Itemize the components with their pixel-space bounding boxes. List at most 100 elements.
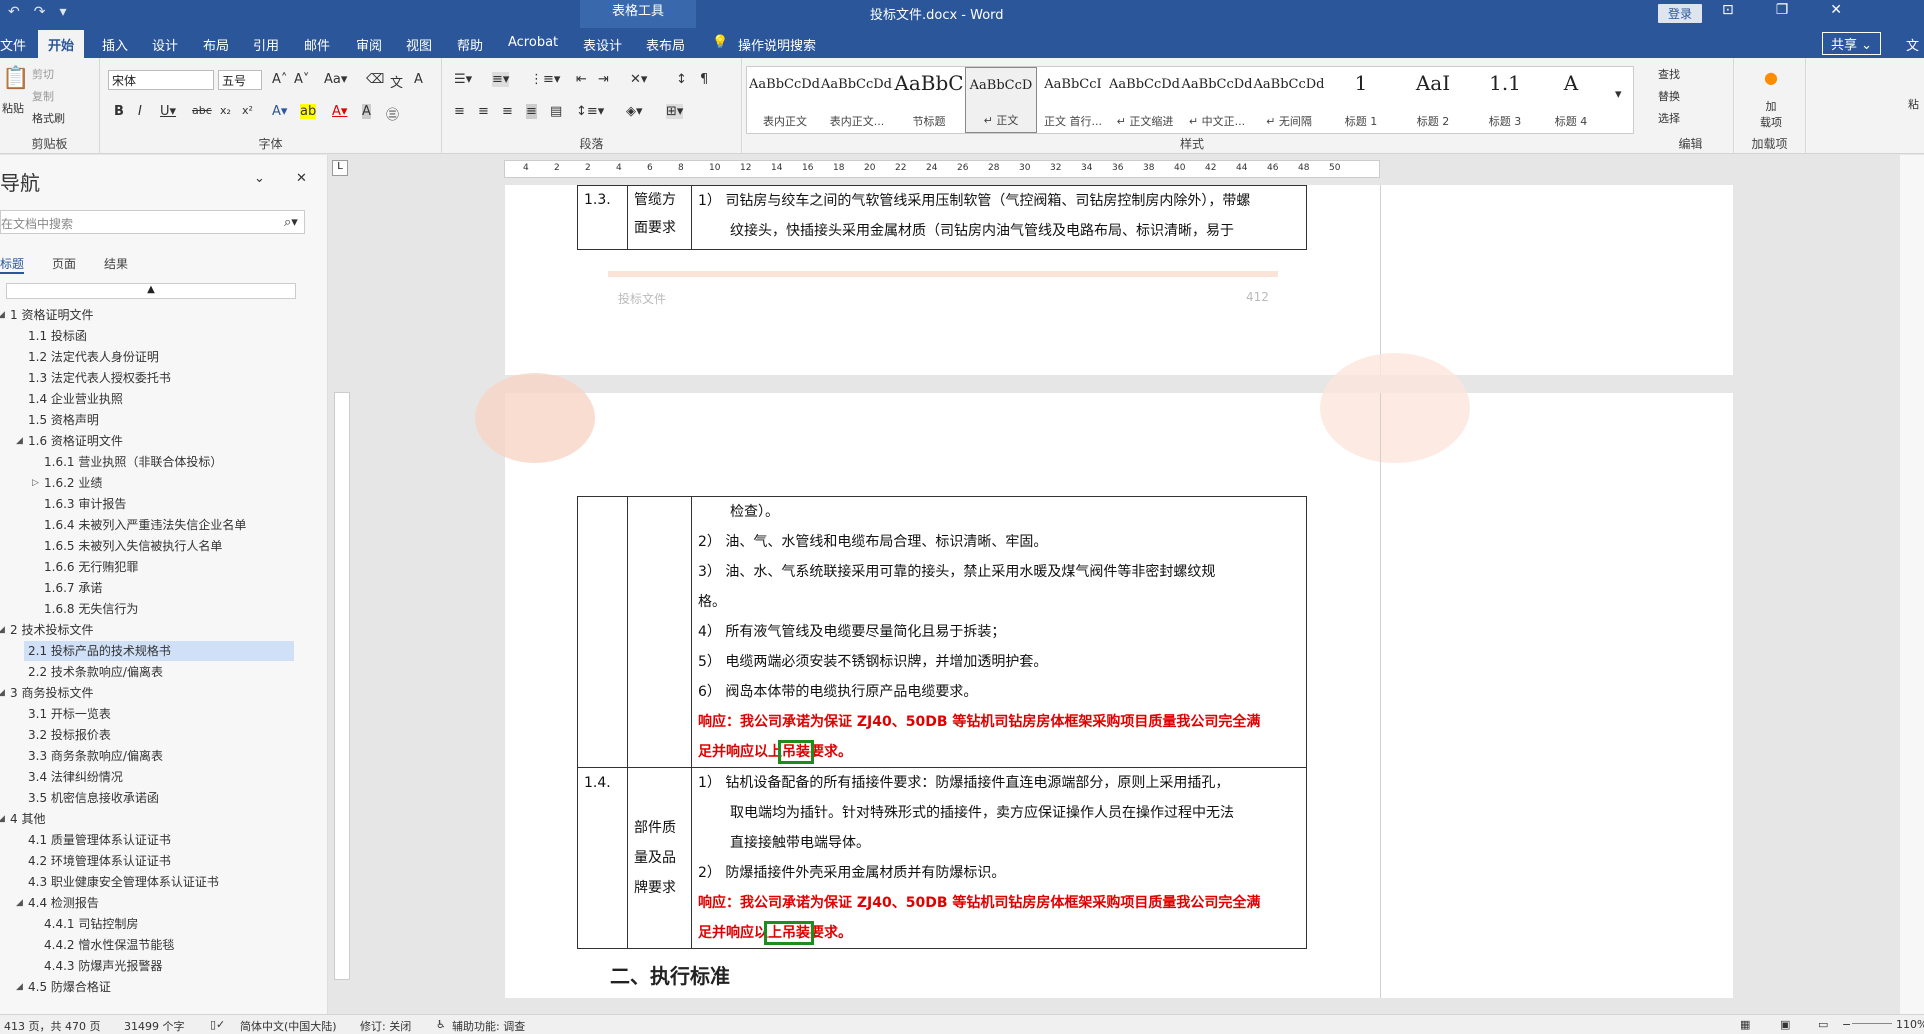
line-spacing-icon[interactable]: ↕≡▾: [576, 104, 604, 119]
nav-heading-item[interactable]: 1.6.6 无行贿犯罪: [0, 557, 320, 577]
close-icon[interactable]: ✕: [1830, 2, 1842, 18]
nav-heading-item[interactable]: 1.1 投标函: [0, 326, 320, 346]
ribbon-display-icon[interactable]: ⊡: [1722, 2, 1734, 18]
bullets-icon[interactable]: ☰▾: [454, 72, 472, 87]
tab-help[interactable]: 帮助: [457, 35, 483, 54]
phonetic-guide-icon[interactable]: 文: [390, 72, 403, 91]
borders-icon[interactable]: ⊞▾: [666, 104, 684, 119]
nav-heading-item[interactable]: 1.2 法定代表人身份证明: [0, 347, 320, 367]
nav-search-input[interactable]: 在文档中搜索: [0, 210, 305, 234]
tab-selector[interactable]: L: [332, 160, 348, 176]
styles-more-icon[interactable]: ▾: [1615, 87, 1622, 102]
nav-heading-item[interactable]: 2.2 技术条款响应/偏离表: [0, 662, 320, 682]
zoom-slider[interactable]: [1852, 1023, 1892, 1024]
style-normal-indent[interactable]: AaBbCcDdI ↵ 正文缩进: [1109, 67, 1181, 133]
tab-references[interactable]: 引用: [253, 35, 279, 54]
status-zoom[interactable]: 110%: [1896, 1018, 1924, 1031]
status-word-count[interactable]: 31499 个字: [124, 1018, 185, 1034]
tab-table-design[interactable]: 表设计: [583, 35, 622, 54]
restore-icon[interactable]: ❐: [1776, 2, 1789, 18]
nav-heading-item[interactable]: 1.6.4 未被列入严重违法失信企业名单: [0, 515, 320, 535]
style-section-title[interactable]: AaBbC 节标题: [893, 67, 965, 133]
grow-font-icon[interactable]: A˄: [272, 72, 287, 87]
vertical-ruler[interactable]: [334, 392, 350, 980]
status-language[interactable]: 简体中文(中国大陆): [240, 1018, 337, 1034]
nav-heading-item[interactable]: 1.6.7 承诺: [0, 578, 320, 598]
highlight-color-icon[interactable]: ab: [300, 104, 317, 119]
read-mode-icon[interactable]: ▦: [1740, 1018, 1750, 1031]
align-center-icon[interactable]: ≡: [478, 104, 489, 119]
tab-mailings[interactable]: 邮件: [304, 35, 330, 54]
italic-icon[interactable]: I: [138, 104, 142, 119]
style-heading-3[interactable]: 1.1 标题 3: [1469, 67, 1541, 133]
show-marks-icon[interactable]: ¶: [700, 72, 708, 87]
style-table-body-2[interactable]: AaBbCcDdI 表内正文...: [821, 67, 893, 133]
nav-heading-item[interactable]: 4.2 环境管理体系认证证书: [0, 851, 320, 871]
increase-indent-icon[interactable]: ⇥: [598, 72, 609, 87]
nav-heading-item[interactable]: 1.4 企业营业执照: [0, 389, 320, 409]
nav-close-icon[interactable]: ✕: [296, 171, 307, 186]
style-chinese-body[interactable]: AaBbCcDd ↵ 中文正...: [1181, 67, 1253, 133]
paste-icon[interactable]: 📋: [2, 66, 29, 91]
cut-button[interactable]: 剪切: [32, 66, 54, 82]
customize-qat-icon[interactable]: ▾: [59, 4, 66, 20]
nav-heading-item[interactable]: 3.1 开标一览表: [0, 704, 320, 724]
find-button[interactable]: 查找: [1658, 66, 1680, 82]
paste-button[interactable]: 粘贴: [2, 100, 24, 116]
nav-heading-item[interactable]: 1.6.5 未被列入失信被执行人名单: [0, 536, 320, 556]
nav-heading-item[interactable]: ▷ 1.6.2 业绩: [0, 473, 320, 493]
nav-heading-item[interactable]: 4.1 质量管理体系认证证书: [0, 830, 320, 850]
addins-button[interactable]: 加 载项: [1760, 98, 1782, 130]
collapse-triangle-icon[interactable]: ◢: [0, 620, 5, 640]
nav-heading-item[interactable]: 3.3 商务条款响应/偏离表: [0, 746, 320, 766]
collapse-triangle-icon[interactable]: ◢: [16, 431, 23, 451]
tab-layout[interactable]: 布局: [203, 35, 229, 54]
strikethrough-icon[interactable]: abc: [192, 104, 212, 117]
shading-icon[interactable]: ◈▾: [626, 104, 643, 119]
nav-heading-item[interactable]: 4.3 职业健康安全管理体系认证证书: [0, 872, 320, 892]
redo-icon[interactable]: ↷: [34, 4, 46, 20]
tab-review[interactable]: 审阅: [356, 35, 382, 54]
nav-heading-item[interactable]: 1.6.8 无失信行为: [0, 599, 320, 619]
font-name-select[interactable]: 宋体: [108, 70, 214, 90]
tab-acrobat[interactable]: Acrobat: [508, 35, 558, 50]
nav-heading-item[interactable]: ◢ 3 商务投标文件: [0, 683, 320, 703]
tell-me-search[interactable]: 操作说明搜索: [738, 35, 816, 54]
nav-scroll-up[interactable]: ▲: [6, 283, 296, 299]
tab-home[interactable]: 开始: [38, 30, 85, 61]
nav-tab-results[interactable]: 结果: [104, 255, 128, 274]
nav-heading-item[interactable]: 1.6.3 审计报告: [0, 494, 320, 514]
collapse-triangle-icon[interactable]: ◢: [16, 893, 23, 913]
decrease-indent-icon[interactable]: ⇤: [576, 72, 587, 87]
nav-heading-item[interactable]: 4.4.2 憎水性保温节能毯: [0, 935, 320, 955]
clear-format-icon[interactable]: ⌫: [366, 72, 384, 87]
tab-insert[interactable]: 插入: [102, 35, 128, 54]
proofing-icon[interactable]: ▯✓: [210, 1018, 225, 1031]
multilevel-list-icon[interactable]: ⋮≡▾: [530, 72, 560, 87]
subscript-icon[interactable]: x₂: [220, 104, 231, 117]
table-cell-content[interactable]: 1） 钻机设备配备的所有插接件要求：防爆插接件直连电源端部分，原则上采用插孔， …: [691, 767, 1307, 949]
horizontal-ruler[interactable]: 4 2 2 4 6 8 10 12 14 16 18 20 22 24 26 28 30 32 34 36 38 40 42…: [504, 160, 1380, 178]
superscript-icon[interactable]: x²: [242, 104, 253, 117]
style-table-body[interactable]: AaBbCcDdI 表内正文: [749, 67, 821, 133]
font-color-icon[interactable]: A▾: [332, 104, 347, 119]
bold-icon[interactable]: B: [114, 104, 124, 119]
nav-heading-item[interactable]: 1.5 资格声明: [0, 410, 320, 430]
status-page-count[interactable]: 413 页，共 470 页: [4, 1018, 100, 1034]
table-cell-content[interactable]: 检查）。 2） 油、气、水管线和电缆布局合理、标识清晰、牢固。 3） 油、水、气…: [691, 496, 1307, 768]
status-track-changes[interactable]: 修订: 关闭: [360, 1018, 411, 1034]
collapse-triangle-icon[interactable]: ◢: [0, 305, 5, 325]
nav-heading-item[interactable]: ◢ 1 资格证明文件: [0, 305, 320, 325]
underline-icon[interactable]: U▾: [160, 104, 176, 119]
nav-heading-item[interactable]: 3.5 机密信息接收承诺函: [0, 788, 320, 808]
nav-tab-headings[interactable]: 标题: [0, 255, 25, 274]
format-painter-button[interactable]: 格式刷: [32, 110, 65, 126]
change-case-icon[interactable]: Aa▾: [324, 72, 347, 87]
justify-icon[interactable]: ≡: [526, 104, 537, 119]
nav-heading-item[interactable]: 1.3 法定代表人授权委托书: [0, 368, 320, 388]
style-first-line[interactable]: AaBbCcI 正文 首行...: [1037, 67, 1109, 133]
nav-heading-item[interactable]: ◢ 2 技术投标文件: [0, 620, 320, 640]
share-button[interactable]: 共享 ⌄: [1822, 32, 1882, 55]
align-right-icon[interactable]: ≡: [502, 104, 513, 119]
enclose-char-icon[interactable]: ㊂: [386, 104, 399, 123]
